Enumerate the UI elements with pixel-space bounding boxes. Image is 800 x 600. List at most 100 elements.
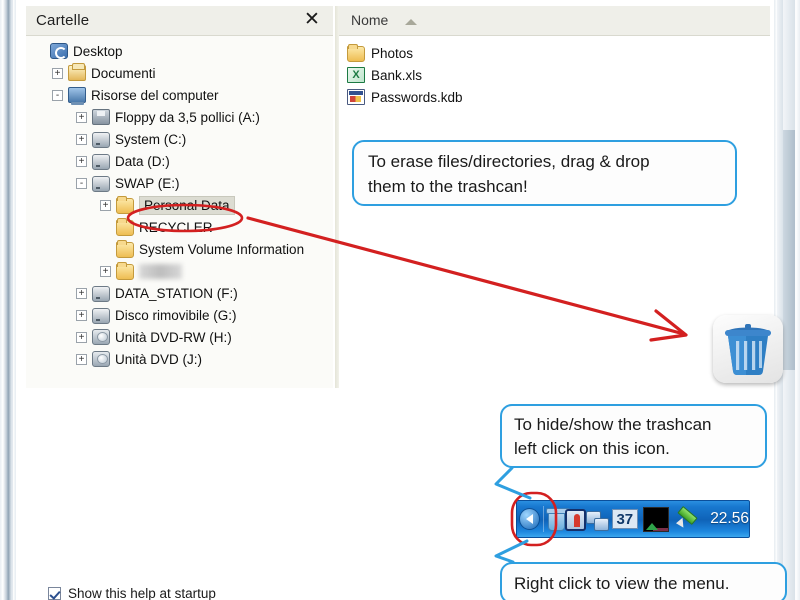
tree-item-label: Data (D:)	[115, 153, 170, 169]
tree-item-label: DATA_STATION (F:)	[115, 285, 238, 301]
expand-icon[interactable]: +	[76, 309, 87, 321]
expand-icon[interactable]: +	[76, 133, 87, 145]
tree-item[interactable]: RECYCLER	[26, 216, 333, 238]
tree-item-label: Unità DVD-RW (H:)	[115, 329, 232, 345]
tree-item-label: Floppy da 3,5 pollici (A:)	[115, 109, 260, 125]
tree-item-label: Disco rimovibile (G:)	[115, 307, 237, 323]
hard-drive-icon	[92, 176, 110, 192]
folders-pane-title: Cartelle	[36, 12, 90, 29]
keepass-file-icon	[347, 89, 365, 105]
tree-item-label: RECYCLER	[139, 219, 213, 235]
trashcan-glyph	[725, 324, 771, 375]
tree-item-label: Desktop	[73, 43, 123, 59]
security-lock-icon[interactable]	[564, 509, 586, 531]
collapse-icon[interactable]: -	[76, 177, 87, 189]
expand-icon[interactable]: +	[100, 199, 111, 211]
desktop-icon	[50, 43, 68, 59]
hard-drive-icon	[92, 286, 110, 302]
close-icon[interactable]: ✕	[301, 9, 323, 31]
tree-item-label: Personal Data	[139, 195, 235, 215]
callout-hide-show-text: To hide/show the trashcan left click on …	[514, 415, 712, 458]
expander-placeholder	[34, 46, 45, 57]
tree-item-label: Documenti	[91, 65, 156, 81]
tree-item[interactable]: + Documenti	[26, 62, 333, 84]
tray-separator	[542, 506, 544, 532]
tree-item[interactable]: System Volume Information	[26, 238, 333, 260]
expand-icon[interactable]: +	[76, 155, 87, 167]
folders-pane-header: Cartelle ✕	[26, 6, 333, 36]
tree-item[interactable]: + Floppy da 3,5 pollici (A:)	[26, 106, 333, 128]
file-list-item-label: Bank.xls	[371, 67, 423, 83]
tree-item-label: Unità DVD (J:)	[115, 351, 203, 367]
hard-drive-icon	[92, 154, 110, 170]
hard-drive-icon	[92, 132, 110, 148]
file-list-item-label: Passwords.kdb	[371, 89, 463, 105]
expand-icon[interactable]: +	[52, 67, 63, 79]
vertical-scrollbar-thumb[interactable]	[783, 130, 795, 370]
callout-right-click-text: Right click to view the menu.	[514, 574, 730, 593]
column-header-name[interactable]: Nome	[351, 12, 388, 28]
tree-item-label: SWAP (E:)	[115, 175, 180, 191]
expand-icon[interactable]: +	[76, 331, 87, 343]
tree-item[interactable]: - Risorse del computer	[26, 84, 333, 106]
pencil-icon[interactable]	[675, 508, 696, 530]
callout-erase-text: To erase files/directories, drag & drop …	[368, 152, 650, 196]
file-list-item[interactable]: Passwords.kdb	[339, 86, 770, 108]
tree-item[interactable]: + Personal Data	[26, 194, 333, 216]
sort-ascending-caret-icon	[405, 19, 417, 25]
folder-icon	[347, 44, 365, 62]
tree-item-label: System Volume Information	[139, 241, 305, 257]
folder-icon	[116, 262, 134, 280]
counter-badge-icon[interactable]: 37	[611, 509, 638, 529]
tree-item[interactable]: +	[26, 260, 333, 282]
collapse-icon[interactable]: -	[52, 89, 63, 101]
expand-icon[interactable]: +	[76, 287, 87, 299]
file-list-item[interactable]: Photos	[339, 42, 770, 64]
folder-icon	[116, 196, 134, 214]
floppy-drive-icon	[92, 109, 110, 125]
checkbox-checked-icon[interactable]	[48, 587, 61, 600]
black-screen-icon[interactable]	[642, 506, 670, 532]
show-help-at-startup-label: Show this help at startup	[68, 586, 216, 600]
tree-item[interactable]: + System (C:)	[26, 128, 333, 150]
folder-icon	[116, 240, 134, 258]
my-computer-icon	[68, 87, 86, 105]
folder-icon	[116, 218, 134, 236]
dvd-drive-icon	[92, 329, 110, 345]
tree-item[interactable]: + Unità DVD (J:)	[26, 348, 333, 370]
folders-tree-pane: Cartelle ✕ Desktop + Documenti - Risorse del…	[26, 6, 333, 388]
documents-folder-icon	[68, 63, 86, 81]
dvd-drive-icon	[92, 351, 110, 367]
tree-item[interactable]: - SWAP (E:)	[26, 172, 333, 194]
file-list[interactable]: Photos Bank.xls Passwords.kdb	[339, 36, 770, 388]
tree-item[interactable]: Desktop	[26, 40, 333, 62]
callout-hide-show-instruction: To hide/show the trashcan left click on …	[500, 404, 767, 468]
tree-item[interactable]: + DATA_STATION (F:)	[26, 282, 333, 304]
expand-icon[interactable]: +	[76, 353, 87, 365]
tree-item[interactable]: + Unità DVD-RW (H:)	[26, 326, 333, 348]
network-connection-icon[interactable]	[586, 510, 609, 531]
tree-item-label: Risorse del computer	[91, 87, 219, 103]
system-tray[interactable]: 37 22.56	[516, 500, 750, 538]
help-content-surface: Cartelle ✕ Desktop + Documenti - Risorse del…	[16, 0, 787, 600]
file-list-item-label: Photos	[371, 45, 414, 61]
help-window: Cartelle ✕ Desktop + Documenti - Risorse del…	[0, 0, 800, 600]
tree-item-label	[139, 263, 182, 279]
show-help-at-startup-checkbox[interactable]: Show this help at startup	[48, 586, 216, 600]
expander-placeholder	[100, 222, 111, 233]
excel-file-icon	[347, 67, 365, 83]
trashcan-icon[interactable]	[713, 315, 783, 383]
file-list-header[interactable]: Nome	[339, 6, 770, 36]
callout-erase-instruction: To erase files/directories, drag & drop …	[352, 140, 737, 206]
tree-item[interactable]: + Data (D:)	[26, 150, 333, 172]
folders-tree[interactable]: Desktop + Documenti - Risorse del computer + F…	[26, 36, 333, 388]
expander-placeholder	[100, 244, 111, 255]
expand-icon[interactable]: +	[100, 265, 111, 277]
trashcan-tray-icon[interactable]	[545, 508, 571, 531]
tray-clock[interactable]: 22.56	[710, 510, 749, 528]
file-list-item[interactable]: Bank.xls	[339, 64, 770, 86]
show-hidden-icons-arrow-icon[interactable]	[519, 508, 540, 530]
tree-item[interactable]: + Disco rimovibile (G:)	[26, 304, 333, 326]
expand-icon[interactable]: +	[76, 111, 87, 123]
window-frame-right-inner	[774, 0, 777, 600]
